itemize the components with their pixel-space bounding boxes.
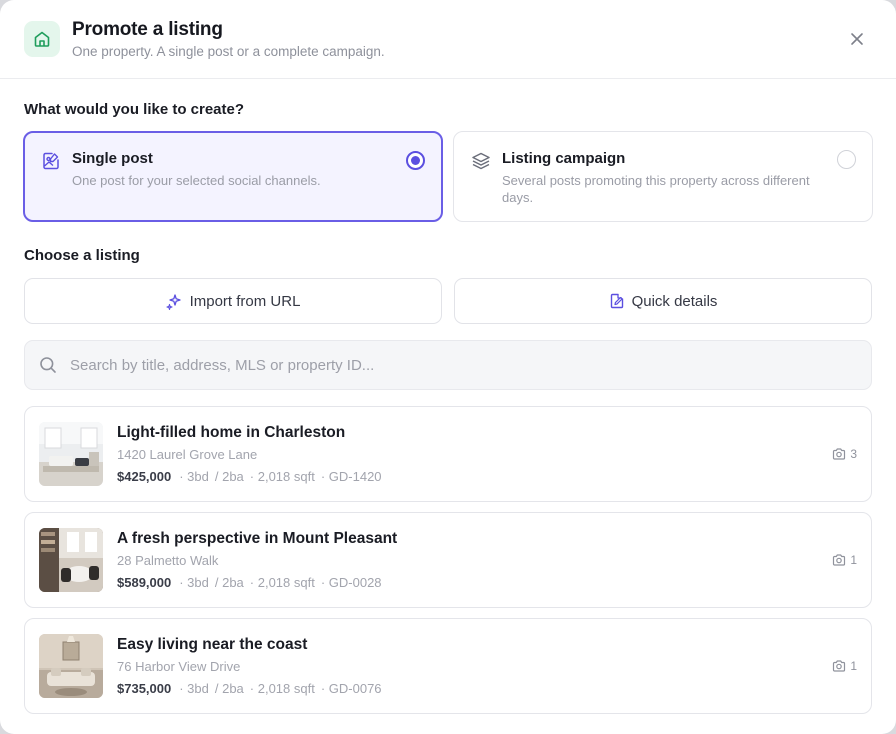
photo-count: 1 <box>832 553 857 567</box>
camera-icon <box>833 554 846 566</box>
home-icon <box>24 21 60 57</box>
single-post-description: One post for your selected social channe… <box>72 173 321 188</box>
camera-icon <box>833 660 846 672</box>
listing-id: · GD-0028 <box>320 575 382 590</box>
listing-address: 1420 Laurel Grove Lane <box>117 447 258 462</box>
listing-item[interactable]: Easy living near the coast 76 Harbor Vie… <box>24 618 872 714</box>
photo-count-value: 1 <box>850 553 857 567</box>
listing-id: · GD-1420 <box>320 469 382 484</box>
listing-address: 28 Palmetto Walk <box>117 553 219 568</box>
listing-price: $425,000 <box>117 469 172 484</box>
quick-details-button[interactable]: Quick details <box>454 278 872 324</box>
search-input[interactable] <box>70 356 830 374</box>
listing-sqft: · 2,018 sqft <box>249 681 315 696</box>
listing-meta: $589,000 · 3bd / 2ba · 2,018 sqft · GD-0… <box>117 575 397 590</box>
file-edit-icon <box>610 293 623 309</box>
listing-campaign-radio[interactable] <box>837 150 856 169</box>
quick-details-label: Quick details <box>631 292 718 310</box>
listing-thumbnail <box>39 422 103 486</box>
listing-campaign-option[interactable]: Listing campaign Several posts promoting… <box>453 131 873 222</box>
sparkle-icon <box>166 293 181 310</box>
dialog-title: Promote a listing <box>72 19 223 40</box>
listing-beds: · 3bd <box>179 469 209 484</box>
listing-address: 76 Harbor View Drive <box>117 659 241 674</box>
listing-campaign-title: Listing campaign <box>502 150 626 167</box>
listing-title: Light-filled home in Charleston <box>117 424 346 441</box>
listing-meta: $425,000 · 3bd / 2ba · 2,018 sqft · GD-1… <box>117 469 388 484</box>
listing-id: · GD-0076 <box>320 681 382 696</box>
create-section-label: What would you like to create? <box>24 101 245 118</box>
photo-count-value: 1 <box>850 659 857 673</box>
listing-price: $735,000 <box>117 681 172 696</box>
listing-sqft: · 2,018 sqft <box>249 469 315 484</box>
listing-thumbnail <box>39 528 103 592</box>
import-from-url-label: Import from URL <box>189 292 301 310</box>
photo-count-value: 3 <box>850 447 857 461</box>
listing-search[interactable] <box>24 340 872 390</box>
close-button[interactable] <box>848 30 866 48</box>
listing-beds: · 3bd <box>179 681 209 696</box>
search-icon <box>40 357 56 373</box>
listing-title: Easy living near the coast <box>117 636 308 653</box>
listing-thumbnail <box>39 634 103 698</box>
promote-listing-dialog: Promote a listing One property. A single… <box>0 0 896 734</box>
dialog-header: Promote a listing One property. A single… <box>0 0 896 79</box>
close-icon <box>851 33 863 45</box>
listing-sqft: · 2,018 sqft <box>249 575 315 590</box>
dialog-subtitle: One property. A single post or a complet… <box>72 44 385 59</box>
listing-baths: / 2ba <box>214 575 244 590</box>
listing-item[interactable]: Light-filled home in Charleston 1420 Lau… <box>24 406 872 502</box>
image-edit-icon <box>41 150 63 203</box>
single-post-title: Single post <box>72 150 153 167</box>
listing-item[interactable]: A fresh perspective in Mount Pleasant 28… <box>24 512 872 608</box>
listing-campaign-description: Several posts promoting this property ac… <box>502 173 810 205</box>
listing-baths: / 2ba <box>214 681 244 696</box>
import-from-url-button[interactable]: Import from URL <box>24 278 442 324</box>
camera-icon <box>833 448 846 460</box>
photo-count: 1 <box>832 659 857 673</box>
choose-listing-label: Choose a listing <box>24 247 140 264</box>
single-post-option[interactable]: Single post One post for your selected s… <box>23 131 443 222</box>
listing-baths: / 2ba <box>214 469 244 484</box>
photo-count: 3 <box>832 447 857 461</box>
single-post-radio[interactable] <box>406 151 425 170</box>
listing-beds: · 3bd <box>179 575 209 590</box>
listing-title: A fresh perspective in Mount Pleasant <box>117 530 398 547</box>
listing-meta: $735,000 · 3bd / 2ba · 2,018 sqft · GD-0… <box>117 681 388 696</box>
listing-price: $589,000 <box>117 575 172 590</box>
layers-icon <box>471 150 493 203</box>
